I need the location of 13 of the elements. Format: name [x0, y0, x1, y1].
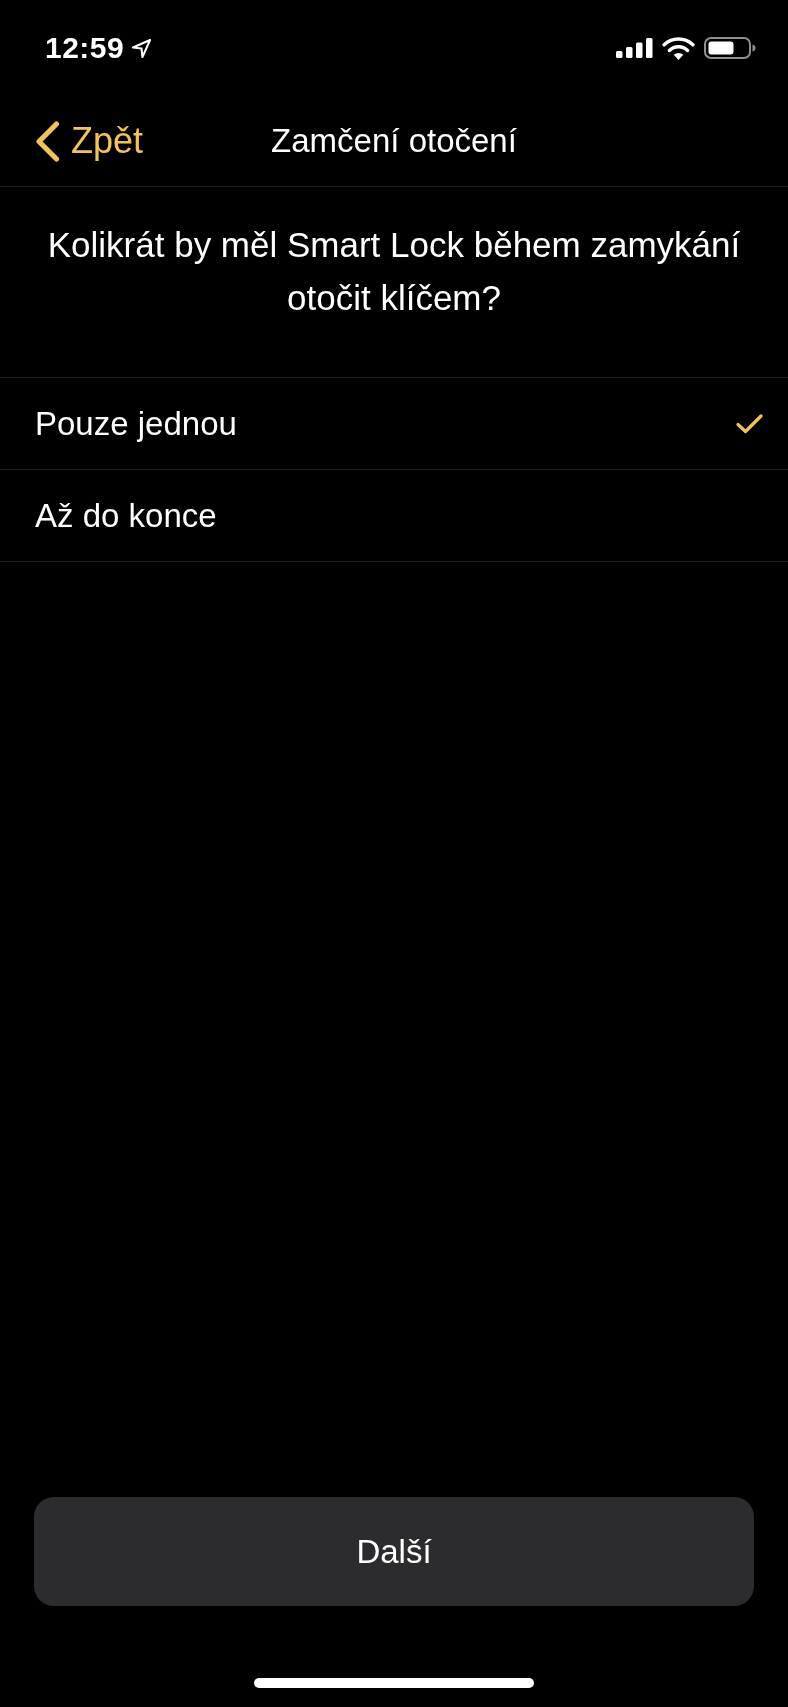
option-item[interactable]: Až do konce	[0, 470, 788, 562]
status-time: 12:59	[45, 31, 125, 65]
home-indicator[interactable]	[254, 1678, 534, 1688]
chevron-left-icon	[34, 120, 60, 162]
signal-icon	[616, 38, 653, 58]
next-button[interactable]: Další	[34, 1497, 754, 1606]
screen-title: Zamčení otočení	[271, 122, 517, 160]
option-item[interactable]: Pouze jednou	[0, 378, 788, 470]
back-button[interactable]: Zpět	[34, 120, 144, 162]
battery-icon	[704, 37, 756, 59]
question-text: Kolikrát by měl Smart Lock během zamykání otočit klíčem?	[46, 224, 742, 319]
location-arrow-icon	[132, 38, 152, 58]
wifi-icon	[662, 36, 695, 60]
